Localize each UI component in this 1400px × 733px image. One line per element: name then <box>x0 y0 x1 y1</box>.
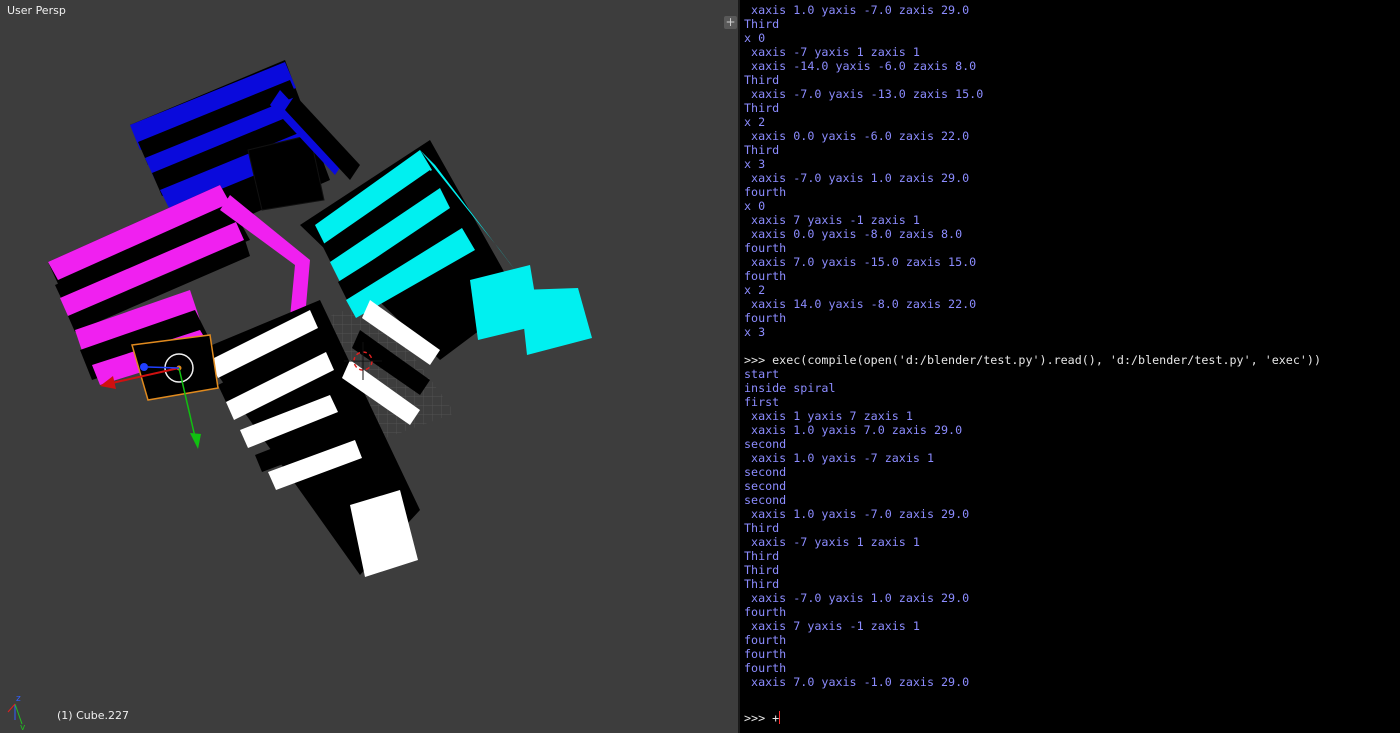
console-line: second <box>744 437 787 451</box>
active-object-label: (1) Cube.227 <box>57 709 129 722</box>
scene-canvas[interactable] <box>0 0 738 733</box>
console-line: first <box>744 395 780 409</box>
console-line: second <box>744 479 787 493</box>
console-line: Third <box>744 143 780 157</box>
svg-text:z: z <box>16 694 21 704</box>
console-line: >>> exec(compile(open('d:/blender/test.p… <box>744 353 1321 367</box>
view-label: User Persp <box>7 4 66 17</box>
console-line: fourth <box>744 633 787 647</box>
axis-indicator: z y <box>7 694 26 730</box>
console-line: xaxis 0.0 yaxis -6.0 zaxis 22.0 <box>744 129 970 143</box>
console-line: x 0 <box>744 199 766 213</box>
console-line: Third <box>744 17 780 31</box>
3d-viewport[interactable]: z y User Persp (1) Cube.227 + <box>0 0 738 733</box>
console-line: xaxis -7 yaxis 1 zaxis 1 <box>744 535 920 549</box>
console-line: xaxis -7.0 yaxis 1.0 zaxis 29.0 <box>744 171 970 185</box>
console-line: xaxis 7.0 yaxis -15.0 zaxis 15.0 <box>744 255 977 269</box>
console-line: x 0 <box>744 31 766 45</box>
console-line: fourth <box>744 241 787 255</box>
prompt-text: >>> + <box>744 711 780 725</box>
console-line: Third <box>744 563 780 577</box>
console-line: fourth <box>744 647 787 661</box>
console-line: xaxis -7.0 yaxis 1.0 zaxis 29.0 <box>744 591 970 605</box>
console-line: xaxis 1.0 yaxis -7 zaxis 1 <box>744 451 934 465</box>
console-line: fourth <box>744 269 787 283</box>
console-line: fourth <box>744 605 787 619</box>
blue-cube-column <box>130 60 360 215</box>
text-cursor <box>779 711 781 724</box>
console-output: x 3 xaxis 1.0 yaxis -7.0 zaxis 29.0Third… <box>744 0 1321 689</box>
console-prompt[interactable]: >>> + <box>744 711 781 725</box>
console-line: fourth <box>744 311 787 325</box>
console-line: second <box>744 493 787 507</box>
console-line: Third <box>744 101 780 115</box>
console-line: x 3 <box>744 157 766 171</box>
console-line: inside spiral <box>744 381 836 395</box>
console-line: xaxis 1 yaxis 7 zaxis 1 <box>744 409 913 423</box>
console-line: fourth <box>744 661 787 675</box>
console-line: xaxis -7 yaxis 1 zaxis 1 <box>744 45 920 59</box>
console-line: xaxis 7 yaxis -1 zaxis 1 <box>744 213 920 227</box>
console-line: x 3 <box>744 325 766 339</box>
console-line: xaxis 0.0 yaxis -8.0 zaxis 8.0 <box>744 227 963 241</box>
console-line: xaxis 1.0 yaxis 7.0 zaxis 29.0 <box>744 423 963 437</box>
python-console[interactable]: x 3 xaxis 1.0 yaxis -7.0 zaxis 29.0Third… <box>740 0 1400 733</box>
console-line: xaxis 1.0 yaxis -7.0 zaxis 29.0 <box>744 507 970 521</box>
console-line: xaxis 14.0 yaxis -8.0 zaxis 22.0 <box>744 297 977 311</box>
plus-icon[interactable]: + <box>724 16 737 29</box>
console-line: Third <box>744 73 780 87</box>
console-line: x 2 <box>744 283 766 297</box>
console-line: xaxis -14.0 yaxis -6.0 zaxis 8.0 <box>744 59 977 73</box>
console-line: xaxis 7.0 yaxis -1.0 zaxis 29.0 <box>744 675 970 689</box>
console-line: xaxis -7.0 yaxis -13.0 zaxis 15.0 <box>744 87 984 101</box>
console-line: second <box>744 465 787 479</box>
white-cube-column <box>200 300 440 577</box>
console-line: Third <box>744 521 780 535</box>
console-line: xaxis 1.0 yaxis -7.0 zaxis 29.0 <box>744 3 970 17</box>
console-line: xaxis 7 yaxis -1 zaxis 1 <box>744 619 920 633</box>
console-line: Third <box>744 549 780 563</box>
console-line: fourth <box>744 185 787 199</box>
console-line: start <box>744 367 780 381</box>
console-line: x 2 <box>744 115 766 129</box>
svg-text:y: y <box>20 723 26 730</box>
console-line: Third <box>744 577 780 591</box>
